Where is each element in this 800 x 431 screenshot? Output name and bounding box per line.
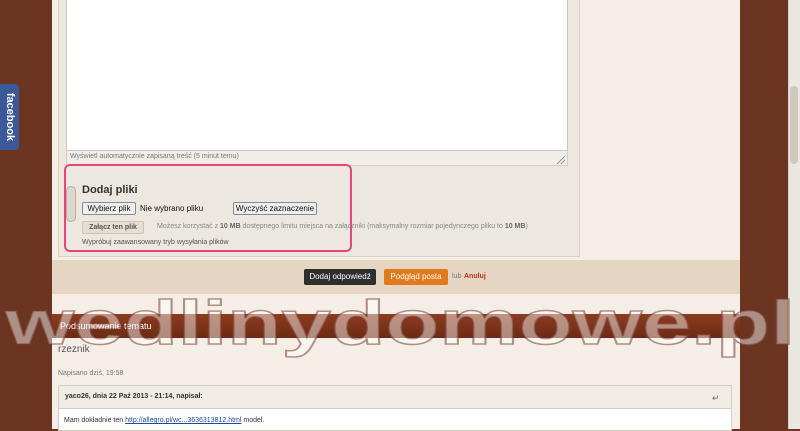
- page-scrollbar-thumb[interactable]: [790, 86, 798, 164]
- facebook-label: facebook: [4, 92, 16, 142]
- clear-selection-button[interactable]: Wyczyść zaznaczenie: [233, 202, 317, 215]
- autosave-restore-link[interactable]: Wyświetl automatycznie zapisaną treść (5…: [70, 153, 239, 160]
- advanced-upload-link[interactable]: Wypróbuj zaawansowany tryb wysyłania pli…: [82, 239, 229, 246]
- quote-text: Mam dokładnie ten http://allegro.pl/wc..…: [64, 417, 265, 424]
- attachments-scroll-knob[interactable]: [66, 186, 76, 222]
- facebook-tab[interactable]: facebook: [0, 84, 19, 150]
- no-file-chosen-label: Nie wybrano pliku: [140, 204, 204, 213]
- attachments-title: Dodaj pliki: [82, 184, 138, 196]
- quote-header: yaco26, dnia 22 Paź 2013 - 21:14, napisa…: [58, 385, 732, 409]
- resize-handle-icon[interactable]: [557, 156, 565, 164]
- attach-file-button[interactable]: Załącz ten plik: [82, 221, 144, 234]
- post-timestamp: Napisano dziś, 19:58: [58, 370, 124, 377]
- quote-author-line: yaco26, dnia 22 Paź 2013 - 21:14, napisa…: [65, 393, 203, 400]
- post-editor-textarea[interactable]: [66, 0, 568, 151]
- add-reply-button[interactable]: Dodaj odpowiedź: [304, 269, 376, 285]
- allegro-link[interactable]: http://allegro.pl/wc...3636313812.html: [125, 417, 241, 424]
- watermark-text: wedlinydomowe.pl: [4, 289, 795, 358]
- or-label: lub: [452, 273, 462, 280]
- cancel-link[interactable]: Anuluj: [464, 273, 486, 280]
- attachment-limit-text: Możesz korzystać z 10 MB dostępnego limi…: [157, 223, 528, 230]
- preview-post-button[interactable]: Podgląd posta: [384, 269, 448, 285]
- watermark: wedlinydomowe.pl: [3, 288, 796, 358]
- choose-file-button[interactable]: Wybierz plik: [82, 202, 136, 215]
- page-scrollbar[interactable]: [788, 0, 800, 429]
- quote-reply-icon[interactable]: ↵: [712, 393, 720, 404]
